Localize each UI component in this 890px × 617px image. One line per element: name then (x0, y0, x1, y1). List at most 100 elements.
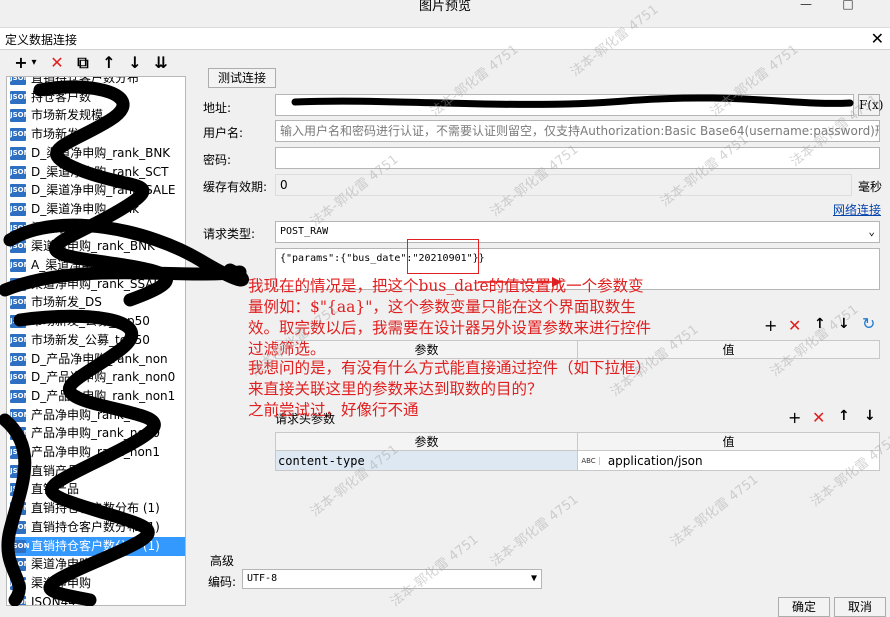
request-type-label: 请求类型: (203, 227, 256, 241)
cancel-button[interactable]: 取消 (834, 597, 886, 617)
params-down-icon[interactable]: ↓ (838, 316, 850, 332)
chevron-down-icon: ▼ (530, 573, 537, 584)
tree-item[interactable]: JSON D_产品净申购_rank_non (7, 350, 185, 369)
json-icon: JSON (10, 221, 29, 235)
tree-item-label: 直销持仓客户数分布 (1) (31, 501, 160, 516)
params-up-icon[interactable]: ↑ (814, 316, 826, 332)
tree-item[interactable]: JSON 渠道净申购 (7, 574, 185, 593)
username-input[interactable]: 输入用户名和密码进行认证，不需要认证则留空，仅支持Authorization:B… (275, 120, 880, 142)
tree-item[interactable]: JSON 渠道净申购_rank_SSALE (7, 275, 185, 294)
headers-down-icon[interactable]: ↓ (864, 408, 876, 424)
move-down-icon[interactable]: ↓ (124, 52, 146, 74)
chevron-down-icon: ⌄ (868, 225, 875, 238)
copy-icon[interactable]: ⧉ (72, 52, 94, 74)
tree-item[interactable]: JSON 市场新发_公募_top50 (7, 331, 185, 350)
tree-item[interactable]: JSON 渠道净申购 (7, 555, 185, 574)
json-icon: JSON (10, 333, 29, 347)
highlight-box (407, 239, 479, 274)
annotation-line: 效。取完数以后，我需要在设计器另外设置参数来进行控件 (248, 319, 652, 337)
params-table: 参数 值 (275, 340, 880, 359)
annotation-line: 之前尝试过，好像行不通 (248, 401, 419, 419)
cache-input[interactable]: 0 (275, 174, 852, 196)
headers-add-icon[interactable]: + (788, 408, 801, 427)
json-icon: JSON (10, 576, 29, 590)
tree-item-label: 直销产品 (31, 482, 80, 497)
tree-item-label: 市场新发_DS (31, 295, 102, 310)
tree-item[interactable]: JSON D_渠道净申购_rank_SALE (7, 181, 185, 200)
headers-table: 参数 值 content-type ABC application/json (275, 432, 880, 471)
request-type-select[interactable]: POST_RAW ⌄ (275, 221, 880, 243)
move-up-icon[interactable]: ↑ (98, 52, 120, 74)
encoding-select[interactable]: UTF-8 ▼ (242, 569, 542, 589)
connection-toolbar: + ▾ ✕ ⧉ ↑ ↓ ⇊ (4, 52, 184, 76)
tree-item-label: 市场新发规模 (31, 108, 104, 123)
maximize-button[interactable]: □ (834, 0, 862, 12)
tree-item[interactable]: JSON JSON44 (7, 593, 185, 605)
tree-item-label: D_渠道净申购_rank_BNK (31, 145, 171, 160)
password-input[interactable] (275, 147, 880, 169)
add-menu-chevron-icon[interactable]: ▾ (28, 52, 40, 74)
minimize-button[interactable]: — (792, 0, 820, 12)
tree-item[interactable]: JSON 市场新发 (7, 125, 185, 144)
tree-item-label: 直销持仓客户数分布 (31, 76, 140, 85)
tree-item[interactable]: JSON 市场新发_公募_top50 (7, 312, 185, 331)
tree-item[interactable]: JSON D_渠道净申购_rank_SCT (7, 163, 185, 182)
address-label: 地址: (203, 101, 232, 115)
tree-item-label: 直销持仓客户数分布 (1) (31, 519, 160, 534)
sort-icon[interactable]: ⇊ (150, 52, 172, 74)
json-icon: JSON (10, 483, 29, 497)
tree-item[interactable]: JSON 渠道净申购 (7, 219, 185, 238)
tree-item[interactable]: JSON D_渠道净申购_rank_BNK (7, 144, 185, 163)
json-icon: JSON (10, 128, 29, 142)
header-value-cell[interactable]: ABC application/json (577, 450, 880, 471)
header-key-cell[interactable]: content-type (275, 450, 578, 471)
params-add-icon[interactable]: + (764, 316, 777, 335)
tree-item[interactable]: JSON 直销持仓客户数分布 (7, 76, 185, 88)
formula-button[interactable]: F(x) (858, 94, 883, 116)
tree-item[interactable]: JSON 产品净申购_rank_non (7, 406, 185, 425)
close-icon[interactable]: ✕ (871, 29, 884, 48)
tree-item[interactable]: JSON 产品净申购_rank_non0 (7, 424, 185, 443)
tree-item[interactable]: JSON D_渠道净申购_rank (7, 200, 185, 219)
tree-item[interactable]: JSON D_产品净申购_rank_non0 (7, 368, 185, 387)
tree-item-label: 市场新发_公募_top50 (31, 332, 150, 347)
tree-item[interactable]: JSON 直销持仓客户数分布 (1) (7, 499, 185, 518)
json-icon: JSON (10, 296, 29, 310)
tree-item[interactable]: JSON 直销产品 (7, 462, 185, 481)
connection-tree[interactable]: JSON 直销持仓客户数分布 JSON 持仓客户数 JSON 市场新发规模 JSON 市场新发… (6, 76, 186, 606)
tree-item[interactable]: JSON 渠道净申购_rank_BNK (7, 237, 185, 256)
json-icon: JSON (10, 109, 29, 123)
tree-item[interactable]: JSON 直销持仓客户数分布 (1) (7, 536, 185, 556)
tree-item[interactable]: JSON 直销产品 (7, 480, 185, 499)
tree-item[interactable]: JSON 直销持仓客户数分布 (1) (7, 518, 185, 537)
json-icon: JSON (10, 520, 29, 534)
tree-item[interactable]: JSON A_渠道净申购 (7, 256, 185, 275)
delete-icon[interactable]: ✕ (46, 52, 68, 74)
tree-item-label: D_渠道净申购_rank_SALE (31, 183, 176, 198)
table-row[interactable]: content-type ABC application/json (275, 450, 880, 471)
json-icon: JSON (10, 558, 29, 572)
headers-delete-icon[interactable]: ✕ (812, 408, 825, 427)
tree-item-label: 市场新发_公募_top50 (31, 314, 150, 329)
json-icon: JSON (10, 595, 29, 605)
tree-item-label: 市场新发 (31, 127, 80, 142)
cache-label: 缓存有效期: (203, 180, 268, 194)
json-icon: JSON (10, 77, 29, 85)
ok-button[interactable]: 确定 (778, 597, 830, 617)
tree-item-label: D_产品净申购_rank_non0 (31, 370, 176, 385)
refresh-icon[interactable]: ↻ (862, 314, 875, 333)
headers-col-value: 值 (577, 432, 880, 451)
encoding-value: UTF-8 (247, 573, 278, 584)
params-delete-icon[interactable]: ✕ (788, 316, 801, 335)
tree-item[interactable]: JSON 市场新发_DS (7, 293, 185, 312)
tree-item[interactable]: JSON 持仓客户数 (7, 88, 185, 107)
annotation-line: 量例如：$"{aa}"，这个参数变量只能在这个界面取数生 (248, 298, 636, 316)
json-icon: JSON (10, 259, 29, 272)
tree-item[interactable]: JSON D_产品净申购_rank_non1 (7, 387, 185, 406)
tree-item[interactable]: JSON 市场新发规模 (7, 106, 185, 125)
test-connection-button[interactable]: 测试连接 (208, 68, 276, 88)
cache-unit: 毫秒 (858, 180, 883, 194)
network-connection-link[interactable]: 网络连接 (833, 201, 881, 218)
headers-up-icon[interactable]: ↑ (838, 408, 850, 424)
tree-item[interactable]: JSON 产品净申购_rank_non1 (7, 443, 185, 462)
